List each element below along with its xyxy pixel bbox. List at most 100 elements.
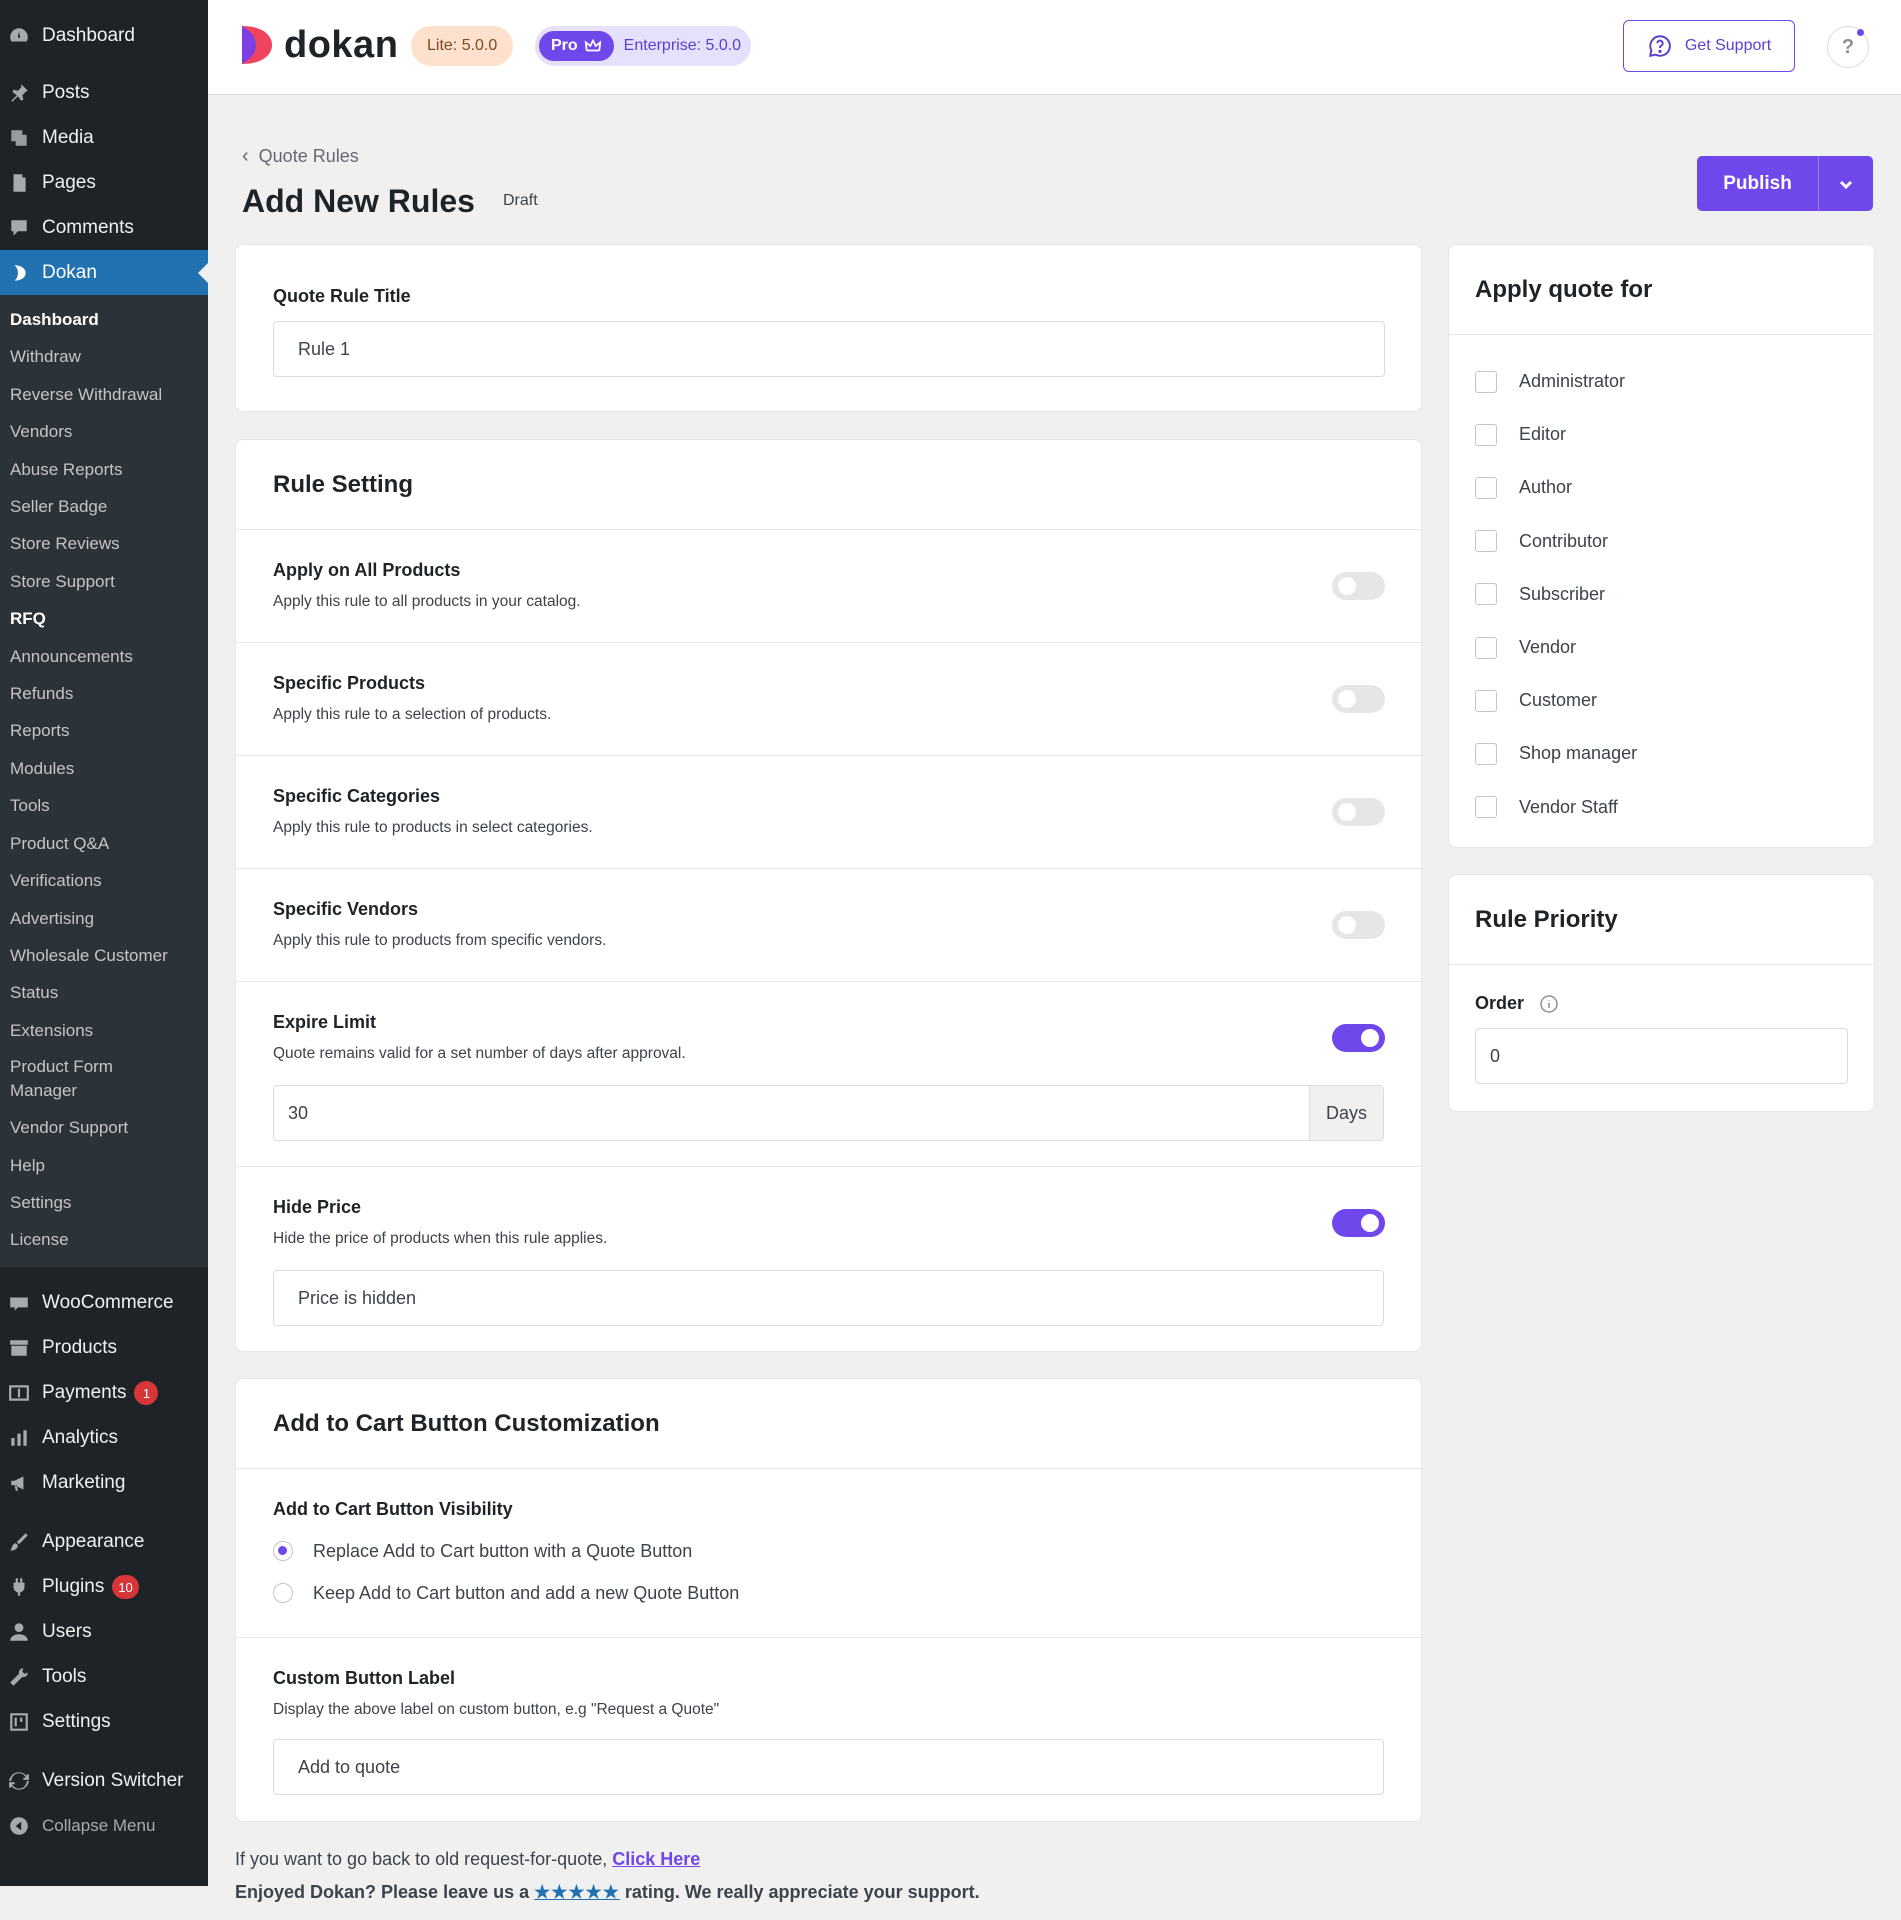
toggle-hide-price[interactable] [1332,1209,1385,1237]
wrench-icon [6,1664,32,1690]
radio-keep-cart[interactable]: Keep Add to Cart button and add a new Qu… [273,1572,1384,1614]
order-input[interactable]: 0 [1475,1028,1848,1085]
role-checkbox-vendor[interactable]: Vendor [1449,621,1874,674]
publish-button[interactable]: Publish [1697,156,1818,211]
toggle-expire-limit[interactable] [1332,1024,1385,1052]
menu-pages[interactable]: Pages [0,160,208,205]
hidden-price-text-input[interactable]: Price is hidden [273,1270,1384,1326]
menu-dokan[interactable]: Dokan [0,250,208,295]
help-button[interactable]: ? [1827,26,1869,68]
submenu-store-reviews[interactable]: Store Reviews [0,525,208,562]
submenu-license[interactable]: License [0,1221,208,1258]
menu-comments[interactable]: Comments [0,205,208,250]
menu-version-switcher[interactable]: Version Switcher [0,1759,208,1804]
checkbox[interactable] [1475,636,1497,659]
dashboard-icon [6,23,32,49]
info-icon[interactable] [1539,994,1559,1014]
submenu-wholesale-customer[interactable]: Wholesale Customer [0,937,208,974]
rule-priority-heading: Rule Priority [1449,875,1874,965]
checkbox[interactable] [1475,796,1497,819]
menu-payments[interactable]: Payments 1 [0,1371,208,1416]
submenu-vendor-support[interactable]: Vendor Support [0,1109,208,1146]
role-checkbox-vendor-staff[interactable]: Vendor Staff [1449,781,1874,834]
toggle-specific-categories[interactable] [1332,798,1385,826]
submenu-status[interactable]: Status [0,974,208,1011]
checkbox[interactable] [1475,370,1497,393]
submenu-modules[interactable]: Modules [0,750,208,787]
crown-icon [584,38,602,52]
toggle-all-products[interactable] [1332,572,1385,600]
menu-marketing[interactable]: Marketing [0,1461,208,1506]
submenu-reports[interactable]: Reports [0,712,208,749]
radio-button[interactable] [273,1541,293,1561]
checkbox[interactable] [1475,742,1497,765]
custom-button-label-title: Custom Button Label [273,1668,455,1688]
add-to-cart-heading: Add to Cart Button Customization [236,1379,1421,1469]
submenu-extensions[interactable]: Extensions [0,1012,208,1049]
checkbox[interactable] [1475,530,1497,553]
role-checkbox-administrator[interactable]: Administrator [1449,355,1874,408]
expire-days-input[interactable]: 30 Days [273,1085,1384,1141]
count-badge: 10 [112,1575,139,1600]
lite-version-badge: Lite: 5.0.0 [411,26,514,66]
submenu-abuse-reports[interactable]: Abuse Reports [0,451,208,488]
rating-stars-link[interactable]: ★★★★★ [534,1882,620,1902]
expire-days-value[interactable]: 30 [274,1086,1309,1140]
menu-woocommerce[interactable]: WooCommerce [0,1281,208,1326]
submenu-withdraw[interactable]: Withdraw [0,338,208,375]
role-checkbox-contributor[interactable]: Contributor [1449,515,1874,568]
checkbox[interactable] [1475,423,1497,446]
menu-posts[interactable]: Posts [0,70,208,115]
rule-row-specific-products: Specific Products Apply this rule to a s… [236,643,1421,756]
toggle-specific-products[interactable] [1332,685,1385,713]
page-title: Add New Rules [242,183,475,219]
submenu-settings[interactable]: Settings [0,1184,208,1221]
submenu-product-form-manager[interactable]: Product Form Manager [0,1049,150,1109]
menu-settings[interactable]: Settings [0,1700,208,1745]
submenu-dashboard[interactable]: Dashboard [0,301,208,338]
checkbox[interactable] [1475,689,1497,712]
submenu-refunds[interactable]: Refunds [0,675,208,712]
checkbox[interactable] [1475,583,1497,606]
menu-analytics[interactable]: Analytics [0,1416,208,1461]
submenu-help[interactable]: Help [0,1147,208,1184]
menu-dashboard[interactable]: Dashboard [0,10,208,62]
collapse-menu-button[interactable]: Collapse Menu [0,1804,208,1849]
menu-products[interactable]: Products [0,1326,208,1371]
submenu-rfq[interactable]: RFQ [0,600,208,637]
support-chat-icon [1648,35,1671,57]
click-here-link[interactable]: Click Here [612,1849,700,1869]
menu-plugins[interactable]: Plugins 10 [0,1565,208,1610]
toggle-knob [1361,1029,1379,1047]
submenu-tools[interactable]: Tools [0,787,208,824]
publish-dropdown-button[interactable] [1818,156,1873,211]
breadcrumb[interactable]: ‹ Quote Rules [242,145,359,168]
menu-media[interactable]: Media [0,115,208,160]
role-checkbox-shop-manager[interactable]: Shop manager [1449,727,1874,780]
menu-tools[interactable]: Tools [0,1655,208,1700]
toggle-knob [1338,577,1356,595]
role-checkbox-customer[interactable]: Customer [1449,674,1874,727]
radio-button[interactable] [273,1583,293,1603]
checkbox[interactable] [1475,476,1497,499]
custom-button-label-input[interactable]: Add to quote [273,1739,1384,1795]
submenu-announcements[interactable]: Announcements [0,638,208,675]
settings-icon [6,1709,32,1735]
submenu-seller-badge[interactable]: Seller Badge [0,488,208,525]
role-checkbox-editor[interactable]: Editor [1449,408,1874,461]
submenu-store-support[interactable]: Store Support [0,563,208,600]
submenu-reverse-withdrawal[interactable]: Reverse Withdrawal [0,376,208,413]
get-support-button[interactable]: Get Support [1623,20,1795,72]
submenu-advertising[interactable]: Advertising [0,900,208,937]
submenu-product-q-a[interactable]: Product Q&A [0,825,208,862]
submenu-verifications[interactable]: Verifications [0,862,208,899]
menu-appearance[interactable]: Appearance [0,1520,208,1565]
menu-users[interactable]: Users [0,1610,208,1655]
submenu-vendors[interactable]: Vendors [0,413,208,450]
role-checkbox-subscriber[interactable]: Subscriber [1449,568,1874,621]
quote-rule-title-input[interactable]: Rule 1 [273,321,1385,377]
rule-setting-card: Rule Setting Apply on All Products Apply… [235,439,1422,1352]
toggle-specific-vendors[interactable] [1332,911,1385,939]
role-checkbox-author[interactable]: Author [1449,461,1874,514]
radio-replace-cart[interactable]: Replace Add to Cart button with a Quote … [273,1530,1384,1572]
